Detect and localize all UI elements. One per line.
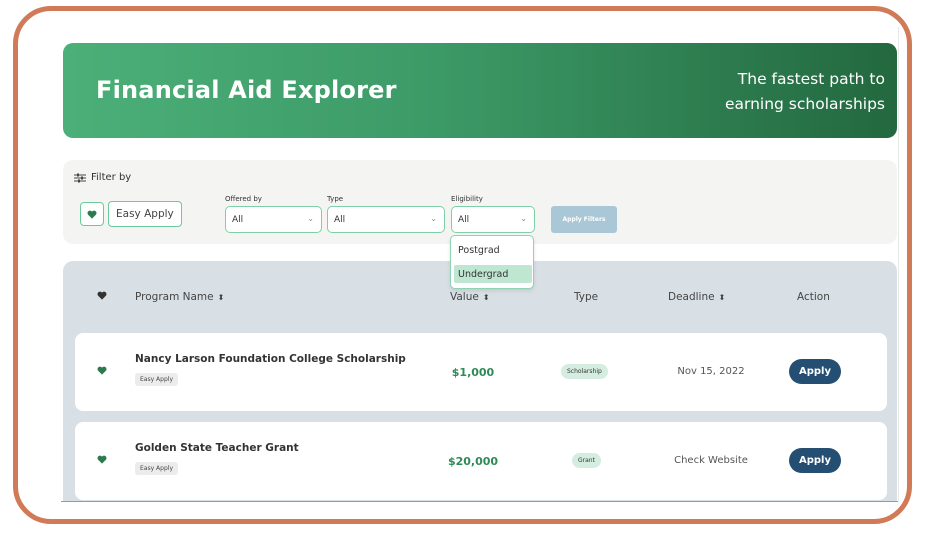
heart-icon (87, 210, 97, 219)
filter-panel: Filter by Easy Apply Offered by All ⌄ Ty… (63, 160, 897, 244)
deadline: Check Website (674, 455, 748, 466)
offered-by-label: Offered by (225, 195, 262, 203)
header-banner: Financial Aid Explorer The fastest path … (63, 43, 897, 138)
offered-by-value: All (232, 214, 244, 225)
type-header-label: Type (574, 291, 599, 303)
favorites-filter-toggle[interactable] (80, 202, 104, 226)
deadline-header[interactable]: Deadline ⬍ (668, 291, 725, 303)
deadline: Nov 15, 2022 (677, 366, 745, 377)
action-header-label: Action (797, 291, 830, 303)
chevron-down-icon: ⌄ (307, 214, 314, 223)
eligibility-option-postgrad[interactable]: Postgrad (454, 241, 532, 259)
easy-apply-badge: Easy Apply (135, 373, 178, 386)
sort-icon: ⬍ (718, 292, 726, 302)
tagline: The fastest path to earning scholarships (645, 67, 885, 117)
heart-icon (97, 291, 107, 300)
heart-icon[interactable] (97, 455, 107, 464)
action-header: Action (797, 291, 830, 303)
filter-by-label: Filter by (91, 172, 132, 183)
programs-table: Program Name ⬍ Value ⬍ Type Deadline ⬍ A… (63, 261, 897, 501)
chevron-down-icon: ⌄ (430, 214, 437, 223)
offered-by-select[interactable]: All ⌄ (225, 206, 322, 233)
sort-icon: ⬍ (482, 292, 490, 302)
program-name-header[interactable]: Program Name ⬍ (135, 291, 224, 303)
table-row: Golden State Teacher Grant Easy Apply $2… (75, 422, 887, 500)
apply-button[interactable]: Apply (789, 359, 841, 384)
eligibility-dropdown-menu: Postgrad Undergrad (450, 235, 534, 289)
sliders-icon (74, 173, 86, 182)
table-row: Nancy Larson Foundation College Scholars… (75, 333, 887, 411)
program-value: $1,000 (451, 366, 495, 379)
chevron-down-icon: ⌄ (520, 214, 527, 223)
type-header: Type (574, 291, 598, 303)
easy-apply-badge: Easy Apply (135, 462, 178, 475)
favorite-column-header (97, 291, 107, 300)
sort-icon: ⬍ (217, 292, 225, 302)
heart-icon[interactable] (97, 366, 107, 375)
program-name: Nancy Larson Foundation College Scholars… (135, 353, 406, 365)
type-badge: Scholarship (561, 364, 608, 379)
type-label: Type (327, 195, 344, 203)
eligibility-value: All (458, 214, 470, 225)
eligibility-label: Eligibility (451, 195, 483, 203)
value-header-label: Value (450, 291, 479, 303)
divider (898, 27, 899, 501)
type-value: All (334, 214, 346, 225)
deadline-header-label: Deadline (668, 291, 715, 303)
tagline-line-1: The fastest path to (737, 70, 885, 88)
divider (61, 501, 898, 502)
financial-aid-explorer-app: Financial Aid Explorer The fastest path … (61, 27, 898, 501)
apply-button[interactable]: Apply (789, 448, 841, 473)
tagline-line-2: earning scholarships (724, 95, 885, 113)
program-value: $20,000 (447, 455, 499, 468)
type-badge: Grant (572, 453, 601, 468)
eligibility-select[interactable]: All ⌄ (451, 206, 535, 233)
program-name: Golden State Teacher Grant (135, 442, 299, 454)
value-header[interactable]: Value ⬍ (450, 291, 490, 303)
apply-filters-button[interactable]: Apply Filters (551, 206, 617, 233)
type-select[interactable]: All ⌄ (327, 206, 445, 233)
filter-by-heading: Filter by (74, 172, 131, 183)
page-title: Financial Aid Explorer (96, 76, 397, 104)
easy-apply-filter-button[interactable]: Easy Apply (108, 201, 182, 227)
program-name-header-label: Program Name (135, 291, 214, 303)
eligibility-option-undergrad[interactable]: Undergrad (454, 265, 532, 283)
